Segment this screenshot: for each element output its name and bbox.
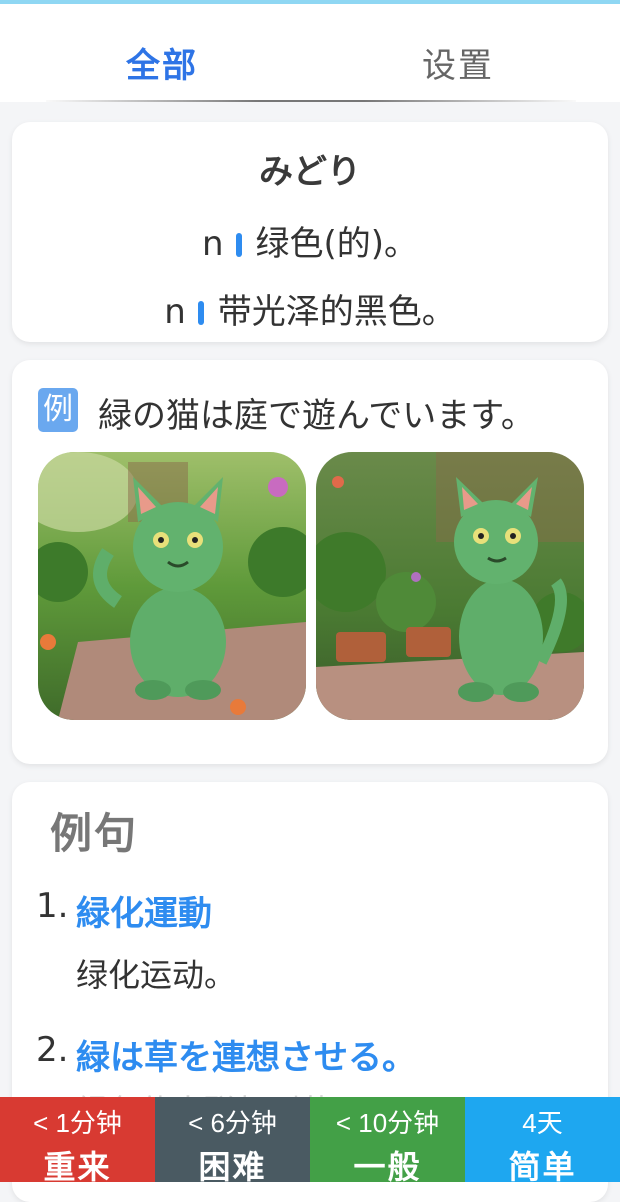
separator-bar bbox=[197, 301, 204, 325]
button-label: 困难 bbox=[198, 1149, 267, 1185]
interval-label: < 6分钟 bbox=[188, 1108, 277, 1138]
sentence-japanese[interactable]: 緑は草を連想させる。 bbox=[76, 1030, 416, 1079]
tab-divider bbox=[46, 100, 576, 102]
tab-settings[interactable]: 设置 bbox=[422, 38, 494, 87]
answer-button-bar: < 1分钟 重来 < 6分钟 困难 < 10分钟 一般 4天 简单 bbox=[0, 1097, 620, 1185]
interval-label: < 1分钟 bbox=[33, 1108, 122, 1138]
example-image-cat-right[interactable] bbox=[316, 452, 584, 720]
sentence-translation: 绿化运动。 bbox=[76, 956, 237, 994]
example-sentence: 緑の猫は庭で遊んでいます。 bbox=[98, 396, 535, 436]
definition-row: n 绿色(的)。 bbox=[0, 216, 620, 265]
definition-text: 绿色(的)。 bbox=[255, 224, 419, 264]
sentence-japanese[interactable]: 緑化運動 bbox=[76, 886, 212, 935]
separator-bar bbox=[235, 233, 242, 257]
button-label: 简单 bbox=[508, 1149, 577, 1185]
part-of-speech: n bbox=[201, 224, 224, 264]
tab-all[interactable]: 全部 bbox=[126, 38, 198, 87]
easy-button[interactable]: 4天 简单 bbox=[465, 1097, 620, 1185]
button-label: 一般 bbox=[353, 1149, 422, 1185]
sentences-title: 例句 bbox=[50, 809, 139, 858]
good-button[interactable]: < 10分钟 一般 bbox=[310, 1097, 465, 1185]
example-image-cat-left[interactable] bbox=[38, 452, 306, 720]
part-of-speech: n bbox=[164, 292, 186, 332]
button-label: 重来 bbox=[43, 1149, 112, 1185]
again-button[interactable]: < 1分钟 重来 bbox=[0, 1097, 155, 1185]
interval-label: < 10分钟 bbox=[335, 1108, 440, 1138]
word-title: みどり bbox=[259, 152, 361, 192]
example-badge: 例 bbox=[38, 388, 78, 432]
interval-label: 4天 bbox=[522, 1108, 563, 1138]
sentence-number: 1. bbox=[36, 886, 69, 926]
sentence-number: 2. bbox=[36, 1030, 69, 1070]
tab-bar: 全部 设置 bbox=[0, 4, 620, 102]
definition-text: 带光泽的黑色。 bbox=[217, 292, 456, 332]
hard-button[interactable]: < 6分钟 困难 bbox=[155, 1097, 310, 1185]
definition-row: n 带光泽的黑色。 bbox=[0, 284, 620, 333]
